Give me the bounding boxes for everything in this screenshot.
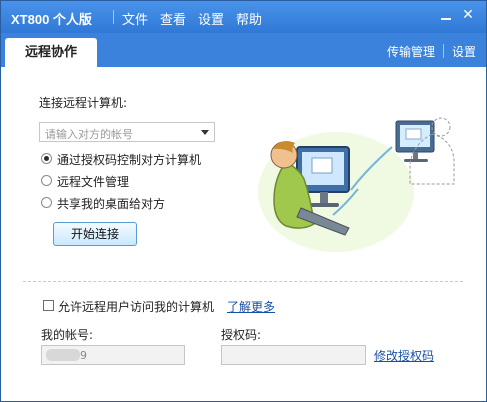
minimize-icon: [441, 18, 451, 20]
menu-file[interactable]: 文件: [122, 9, 148, 28]
my-account-field[interactable]: 9: [41, 345, 185, 365]
my-account-visible-digit: 9: [80, 349, 87, 362]
menu-separator: [113, 10, 114, 24]
my-account-label: 我的帐号:: [41, 328, 94, 342]
remote-collaboration-illustration: [258, 117, 455, 252]
auth-code-label: 授权码:: [221, 328, 262, 342]
tab-settings[interactable]: 设置: [452, 43, 476, 60]
start-connect-button[interactable]: 开始连接: [53, 222, 137, 246]
radio-control-by-auth-code[interactable]: [41, 153, 52, 164]
modify-auth-code-link[interactable]: 修改授权码: [374, 347, 434, 364]
title-bar: XT800 个人版 文件 查看 设置 帮助 ✕: [1, 1, 486, 33]
main-content: 连接远程计算机: 请输入对方的帐号 通过授权码控制对方计算机 远程文件管理 共享…: [1, 67, 486, 401]
allow-remote-access-checkbox[interactable]: [43, 300, 54, 311]
radio-label-share-desktop[interactable]: 共享我的桌面给对方: [57, 195, 165, 212]
app-title: XT800 个人版: [11, 12, 92, 27]
tab-links-separator: [442, 44, 444, 58]
tab-links: 传输管理 设置: [387, 43, 476, 60]
connect-remote-label: 连接远程计算机:: [39, 96, 128, 110]
tab-transfer-management[interactable]: 传输管理: [387, 43, 435, 60]
learn-more-link[interactable]: 了解更多: [227, 298, 275, 315]
section-divider: [23, 281, 463, 282]
radio-label-file-management[interactable]: 远程文件管理: [57, 173, 129, 190]
masked-account-placeholder: [46, 349, 80, 361]
allow-remote-access-label[interactable]: 允许远程用户访问我的计算机: [58, 298, 214, 315]
close-button[interactable]: ✕: [461, 8, 475, 22]
menu-settings[interactable]: 设置: [198, 9, 224, 28]
minimize-button[interactable]: [439, 8, 453, 22]
tab-remote-collaboration[interactable]: 远程协作: [5, 38, 97, 67]
radio-share-desktop[interactable]: [41, 197, 52, 208]
app-window: XT800 个人版 文件 查看 设置 帮助 ✕ 远程协作 传输管理 设置 连接远…: [0, 0, 487, 402]
radio-label-control[interactable]: 通过授权码控制对方计算机: [57, 151, 201, 168]
remote-account-placeholder: 请输入对方的帐号: [45, 128, 133, 141]
menu-view[interactable]: 查看: [160, 9, 186, 28]
close-icon: ✕: [462, 7, 474, 23]
menu-help[interactable]: 帮助: [236, 9, 262, 28]
tab-bar: 远程协作 传输管理 设置: [1, 33, 486, 67]
auth-code-field[interactable]: [221, 345, 366, 365]
remote-account-combobox[interactable]: 请输入对方的帐号: [39, 122, 215, 142]
chevron-down-icon[interactable]: [201, 130, 209, 135]
menu-bar: 文件 查看 设置 帮助: [113, 9, 274, 28]
radio-remote-file-management[interactable]: [41, 175, 52, 186]
